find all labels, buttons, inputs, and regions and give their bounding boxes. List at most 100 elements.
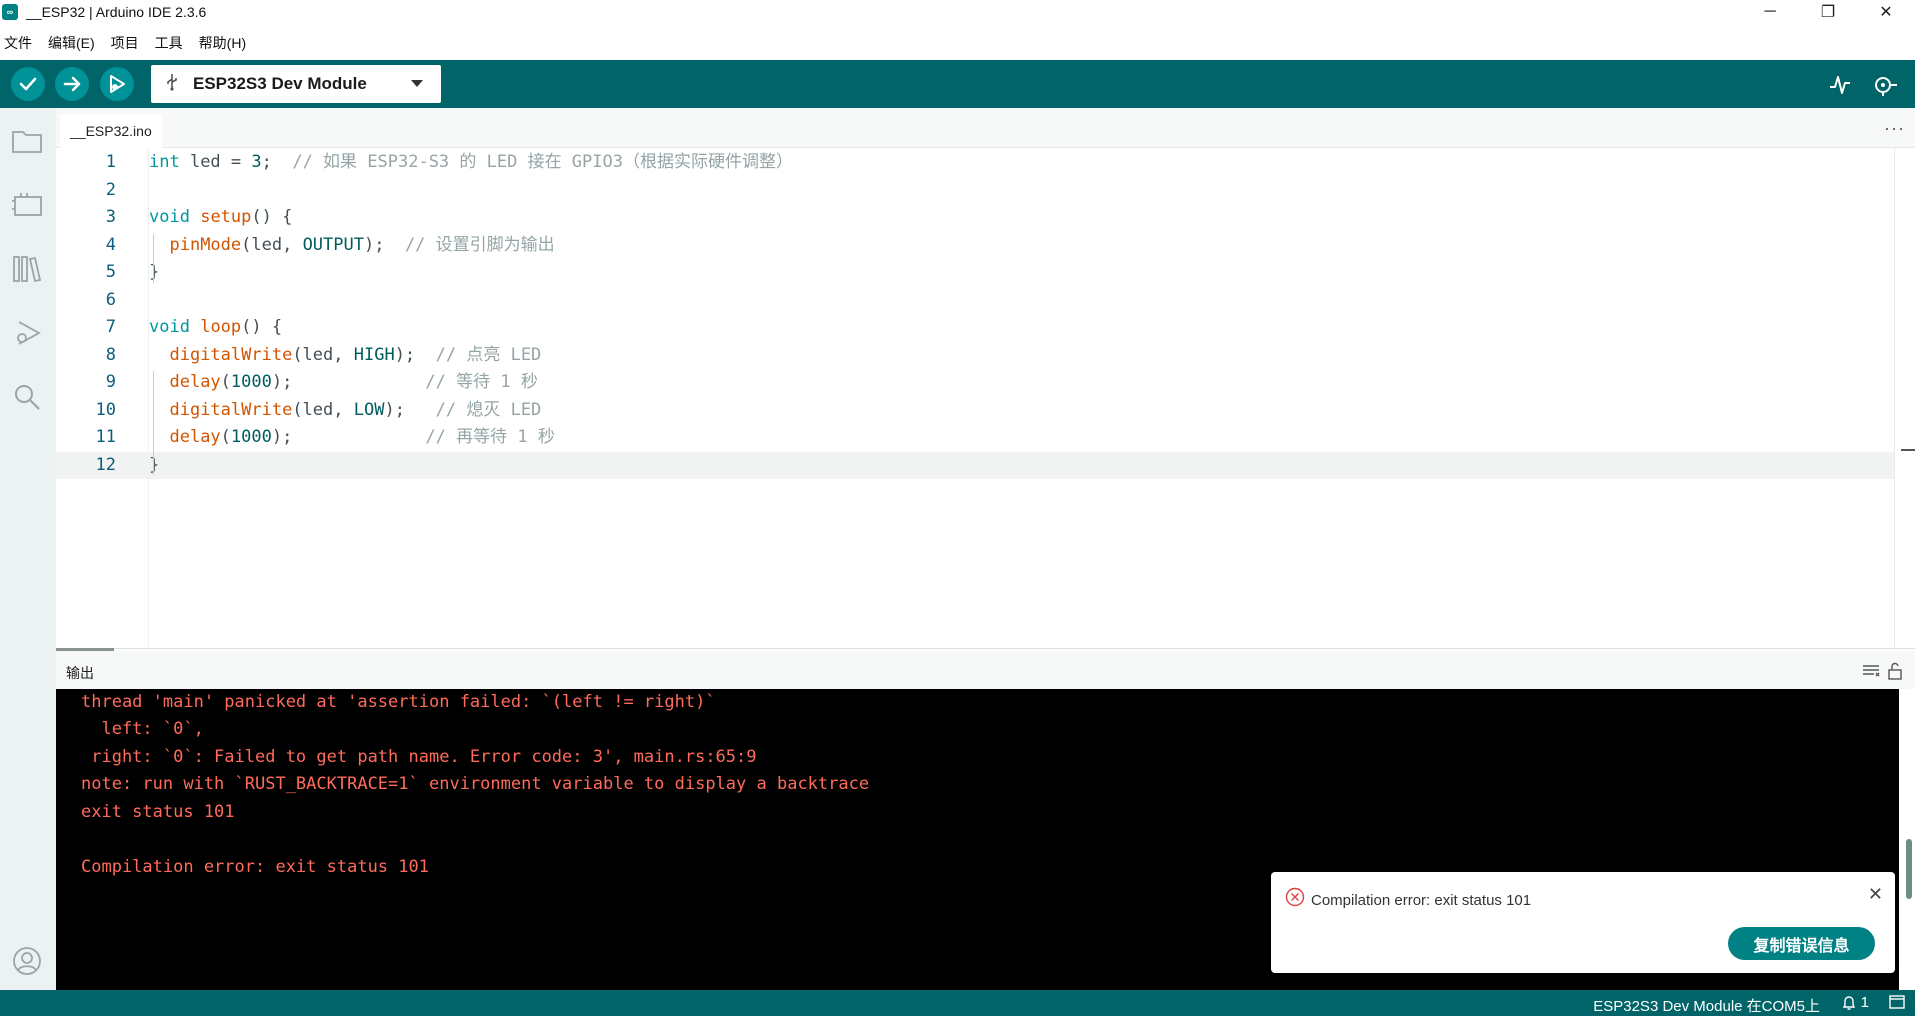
sidebar [0, 108, 56, 990]
profile-icon[interactable] [10, 944, 44, 978]
code-token: // 设置引脚为输出 [404, 234, 555, 255]
code-token: 1000 [230, 372, 272, 392]
output-line: thread 'main' panicked at 'assertion fai… [81, 692, 716, 712]
status-board-port[interactable]: ESP32S3 Dev Module 在COM5上 [1593, 995, 1820, 1016]
code-token: digitalWrite [169, 399, 293, 420]
code-text: int led = 3; // 如果 ESP32-S3 的 LED 接在 GPI… [149, 149, 793, 176]
tab-esp32-ino[interactable]: __ESP32.ino [60, 114, 162, 148]
code-token: void [149, 317, 190, 337]
code-token: ( [220, 427, 231, 447]
output-title: 输出 [66, 665, 94, 681]
code-line[interactable]: 8 digitalWrite(led, HIGH); // 点亮 LED [56, 342, 1895, 369]
window-controls: ─ ❐ ✕ [1741, 0, 1915, 24]
code-text: pinMode(led, OUTPUT); // 设置引脚为输出 [149, 232, 555, 259]
code-text: void setup() { [149, 204, 292, 231]
line-number: 2 [105, 179, 116, 200]
output-line: Compilation error: exit status 101 [81, 857, 429, 877]
code-token: (led, [241, 234, 303, 255]
code-line[interactable]: 3 void setup() { [56, 204, 1895, 231]
copy-error-button[interactable]: 复制错误信息 [1728, 927, 1875, 960]
line-number: 8 [105, 344, 116, 365]
editor-scrollbar[interactable] [1894, 148, 1895, 648]
code-token: digitalWrite [169, 344, 293, 365]
verify-button[interactable] [11, 67, 45, 101]
scrollbar-thumb[interactable] [1906, 839, 1912, 899]
close-icon[interactable]: ✕ [1868, 884, 1883, 905]
window-title: __ESP32 | Arduino IDE 2.3.6 [26, 4, 207, 20]
code-token: ); [394, 344, 436, 365]
line-number: 5 [105, 262, 116, 282]
code-line[interactable]: 5} [56, 259, 1895, 286]
code-token: ); [271, 372, 426, 392]
code-line[interactable]: 7 void loop() { [56, 314, 1895, 341]
restore-button[interactable]: ❐ [1799, 0, 1857, 24]
serial-monitor-icon [1875, 77, 1897, 96]
unlock-icon[interactable] [1885, 661, 1905, 681]
code-text: void loop() { [149, 314, 282, 341]
code-token: LOW [353, 399, 385, 420]
code-editor[interactable]: 1 int led = 3; // 如果 ESP32-S3 的 LED 接在 GP… [56, 148, 1895, 648]
panel-divider[interactable] [56, 648, 1915, 649]
code-line[interactable]: 1 int led = 3; // 如果 ESP32-S3 的 LED 接在 GP… [56, 149, 1895, 176]
notification-count: 1 [1860, 994, 1869, 1011]
line-number: 7 [105, 317, 116, 337]
console-icon[interactable] [1889, 994, 1905, 1014]
indent-guide [153, 233, 154, 283]
line-number: 11 [95, 427, 116, 447]
menu-tools[interactable]: 工具 [151, 33, 189, 53]
upload-button[interactable] [55, 67, 89, 101]
code-text: delay(1000); // 再等待 1 秒 [149, 424, 554, 451]
sketchbook-icon[interactable] [10, 124, 44, 158]
code-line[interactable]: 4 pinMode(led, OUTPUT); // 设置引脚为输出 [56, 232, 1895, 259]
menu-sketch[interactable]: 项目 [107, 33, 145, 53]
more-icon[interactable]: ··· [1884, 118, 1905, 139]
code-token: () { [241, 317, 283, 337]
code-text: } [149, 452, 159, 479]
line-number: 10 [95, 399, 116, 420]
code-line[interactable]: 10 digitalWrite(led, LOW); // 熄灭 LED [56, 397, 1895, 424]
arduino-logo-icon: ∞ [2, 4, 18, 20]
menu-help[interactable]: 帮助(H) [195, 33, 252, 53]
boards-manager-icon[interactable] [10, 188, 44, 222]
serial-monitor-button[interactable] [1870, 70, 1900, 100]
code-token: // 熄灭 LED [435, 399, 542, 420]
code-token: ( [220, 372, 231, 392]
menu-bar: 文件 编辑(E) 项目 工具 帮助(H) [0, 30, 1915, 56]
serial-plotter-icon [1830, 76, 1850, 94]
code-line[interactable]: 12} [56, 451, 1895, 479]
output-line: note: run with `RUST_BACKTRACE=1` enviro… [81, 774, 870, 794]
status-bar: ESP32S3 Dev Module 在COM5上 1 [0, 990, 1915, 1016]
output-header: 输出 [56, 651, 1915, 689]
code-line[interactable]: 2 [56, 177, 1895, 204]
title-bar: ∞ __ESP32 | Arduino IDE 2.3.6 ─ ❐ ✕ [0, 0, 1915, 24]
close-window-button[interactable]: ✕ [1857, 0, 1915, 24]
code-line[interactable]: 9 delay(1000); // 等待 1 秒 [56, 369, 1895, 396]
debug-icon[interactable] [10, 316, 44, 350]
notifications-button[interactable]: 1 [1842, 994, 1869, 1011]
clear-output-icon[interactable] [1861, 661, 1881, 681]
code-token: HIGH [353, 344, 395, 365]
debug-icon [110, 75, 125, 93]
code-token: } [149, 454, 160, 475]
serial-plotter-button[interactable] [1825, 70, 1855, 100]
editor-tab-bar: __ESP32.ino ··· [56, 108, 1915, 148]
menu-file[interactable]: 文件 [0, 33, 38, 53]
board-selector[interactable]: ESP32S3 Dev Module [151, 65, 441, 103]
search-icon[interactable] [10, 380, 44, 414]
code-token: (led, [292, 399, 354, 420]
chevron-down-icon [411, 80, 423, 87]
code-line[interactable]: 11 delay(1000); // 再等待 1 秒 [56, 424, 1895, 451]
code-token: ; [261, 152, 293, 172]
code-token: led = [179, 152, 252, 172]
code-line[interactable]: 6 [56, 287, 1895, 314]
library-manager-icon[interactable] [10, 252, 44, 286]
menu-edit[interactable]: 编辑(E) [44, 33, 101, 53]
code-token: () { [251, 207, 293, 227]
debug-button[interactable] [100, 67, 134, 101]
output-scrollbar[interactable] [1899, 689, 1915, 990]
code-token: ); [271, 427, 426, 447]
minimize-button[interactable]: ─ [1741, 0, 1799, 24]
output-line: exit status 101 [81, 802, 235, 822]
